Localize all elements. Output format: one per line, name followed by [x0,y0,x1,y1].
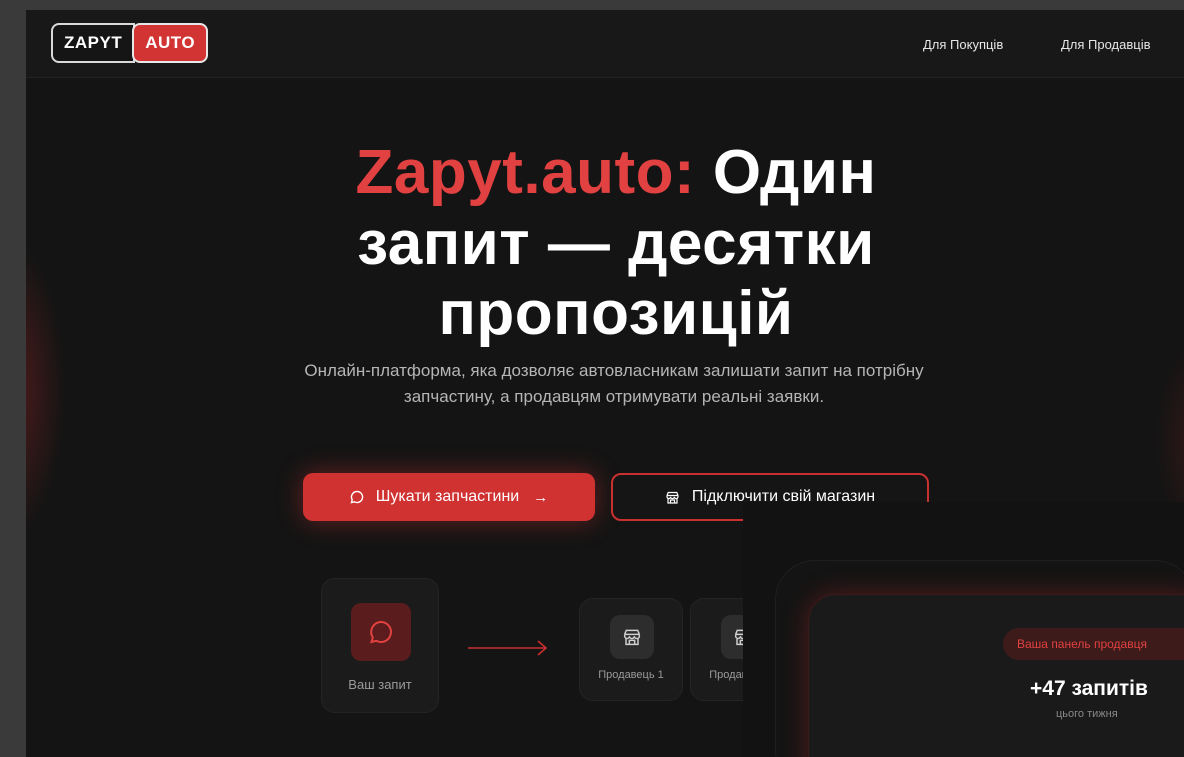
logo-text-zapyt: ZAPYT [51,23,136,63]
nav-link-sellers[interactable]: Для Продавців [1061,37,1151,52]
background-glow-left [26,240,66,540]
seller-panel [808,594,1184,757]
request-card: Ваш запит [321,578,439,713]
hero-subtitle: Онлайн-платформа, яка дозволяє автовласн… [304,361,924,407]
store-icon [610,615,654,659]
seller-panel-stat-caption: цього тижня [1056,708,1118,720]
store-icon [665,490,680,505]
hero-title-line1: Один [695,138,877,207]
site-header: ZAPYT AUTO Для Покупців Для Продавців [26,10,1184,78]
chat-bubble-icon [351,603,411,661]
search-parts-button[interactable]: Шукати запчастини → [303,473,595,521]
flow-arrow-icon [468,640,548,656]
logo-text-auto: AUTO [132,23,209,63]
logo[interactable]: ZAPYT AUTO [51,23,209,63]
arrow-right-icon: → [533,488,549,506]
chat-bubble-icon [350,490,364,504]
seller-panel-stat: +47 запитів [1030,677,1148,700]
hero-title-line3: пропозицій [438,279,794,349]
seller-card-2: Продавець 2 [690,598,743,701]
nav-link-buyers[interactable]: Для Покупців [923,37,1003,52]
search-parts-button-label: Шукати запчастини [375,488,520,505]
store-icon [721,615,743,659]
hero-title-brand: Zapyt.auto: [355,138,696,207]
request-card-label: Ваш запит [348,677,412,692]
seller-cards: Продавець 1 Продавець 2 [579,590,743,710]
seller-card-2-label: Продавець 2 [709,669,743,681]
hero-title-line2: запит — десятки [357,208,875,278]
seller-card-1: Продавець 1 [579,598,683,701]
seller-panel-badge: Ваша панель продавця [1003,628,1184,660]
seller-card-1-label: Продавець 1 [598,669,664,681]
hero-title: Zapyt.auto: Один запит — десятки пропози… [256,138,976,350]
